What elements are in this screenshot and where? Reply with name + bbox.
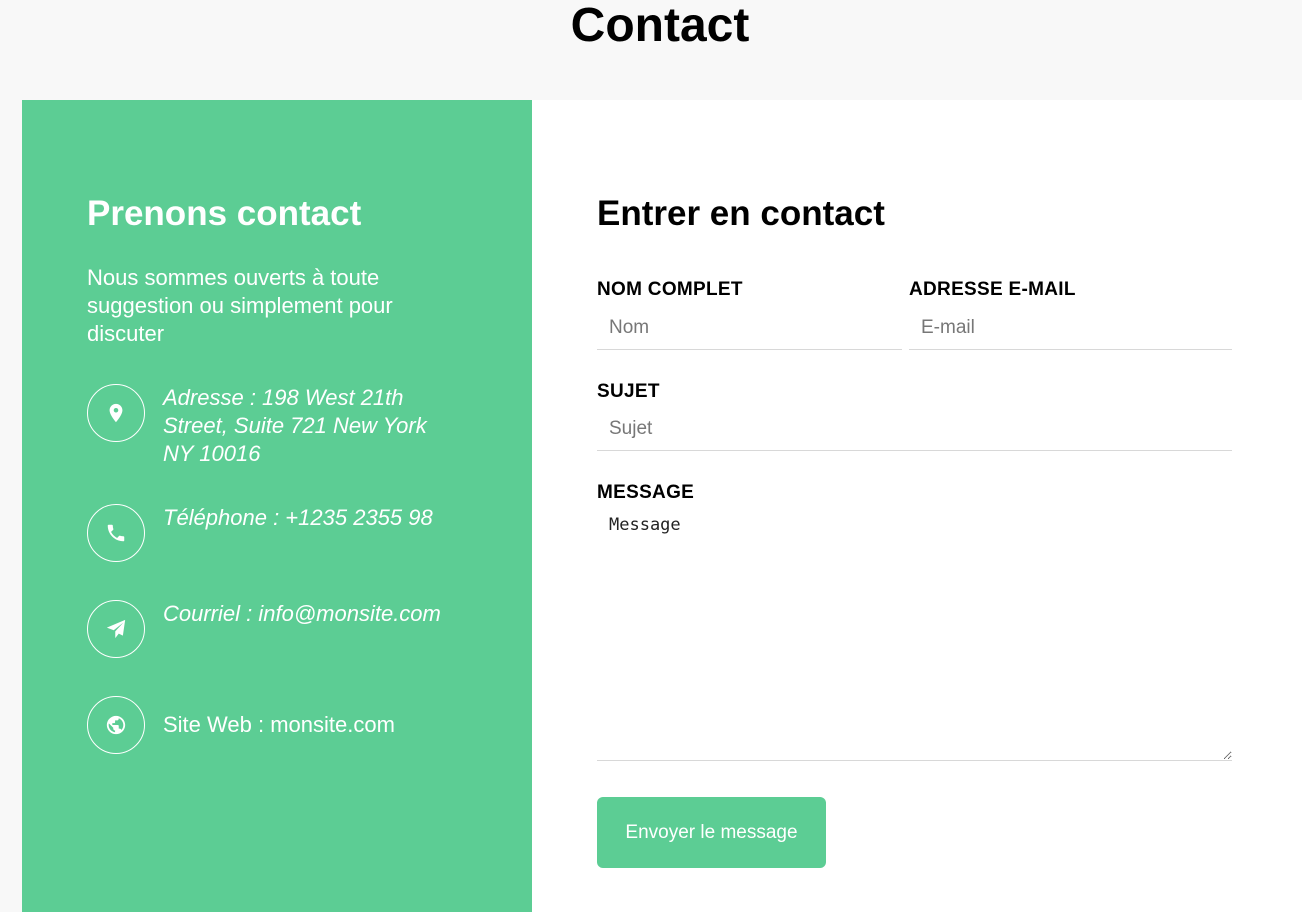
info-address-text: Adresse : 198 West 21th Street, Suite 72…: [163, 385, 427, 466]
subject-label: SUJET: [597, 381, 660, 402]
contact-info-panel: Prenons contact Nous sommes ouverts à to…: [22, 100, 532, 912]
name-input[interactable]: [597, 306, 902, 350]
send-message-button[interactable]: Envoyer le message: [597, 797, 826, 868]
map-marker-icon: [87, 384, 145, 442]
info-intro: Nous sommes ouverts à toute suggestion o…: [87, 265, 393, 346]
page-title: Contact: [570, 0, 750, 52]
message-label: MESSAGE: [597, 482, 695, 503]
paper-plane-icon: [87, 600, 145, 658]
info-website-text: Site Web : monsite.com: [163, 712, 395, 737]
info-phone-text: Téléphone : +1235 2355 98: [163, 505, 433, 530]
info-heading: Prenons contact: [87, 194, 362, 233]
email-input[interactable]: [909, 306, 1232, 350]
contact-card: Prenons contact Nous sommes ouverts à to…: [22, 100, 1302, 912]
message-textarea[interactable]: [597, 509, 1232, 761]
name-label: NOM COMPLET: [597, 279, 743, 300]
form-heading: Entrer en contact: [597, 194, 885, 233]
info-email-text: Courriel : info@monsite.com: [163, 601, 441, 626]
contact-form: Entrer en contact NOM COMPLET ADRESSE E-…: [597, 100, 1233, 912]
globe-icon: [87, 696, 145, 754]
email-label: ADRESSE E-MAIL: [909, 279, 1076, 300]
subject-input[interactable]: [597, 407, 1232, 451]
phone-icon: [87, 504, 145, 562]
